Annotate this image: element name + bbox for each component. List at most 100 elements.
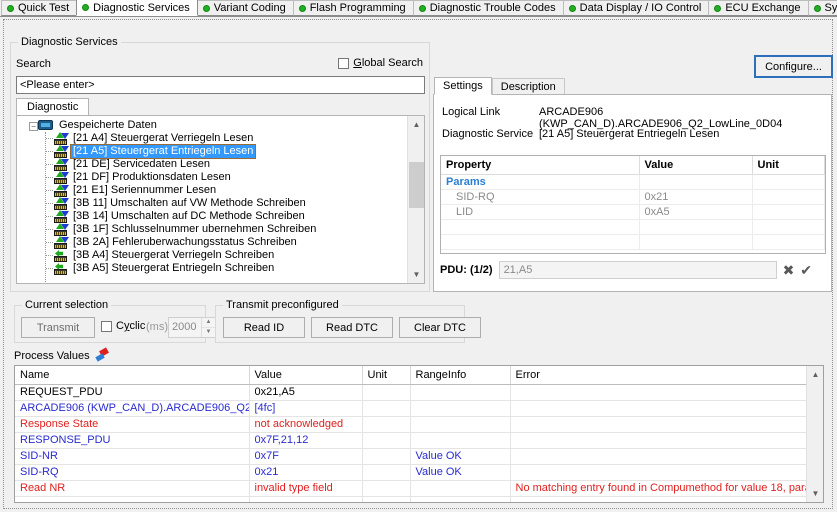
pv-scroll-down-icon[interactable]: ▼ <box>807 485 823 502</box>
table-row[interactable]: REQUEST_PDU 0x21,A5 <box>15 384 807 401</box>
property-table-row[interactable]: SID-RQ 0x21 <box>441 189 825 205</box>
chevron-collapse-icon[interactable]: − <box>29 122 38 131</box>
property-table-row[interactable] <box>441 219 825 235</box>
table-cell <box>362 400 411 417</box>
tab-description[interactable]: Description <box>491 78 565 95</box>
tab-flash-programming[interactable]: Flash Programming <box>292 0 414 16</box>
table-cell <box>410 400 511 417</box>
scroll-up-icon[interactable]: ▲ <box>408 116 424 133</box>
tab-settings[interactable]: Settings <box>434 77 492 95</box>
transmit-preconfigured-legend: Transmit preconfigured <box>223 299 342 311</box>
tree-root-node[interactable]: − Gespeicherte Daten <box>17 119 407 132</box>
table-cell: [4fc] <box>249 400 363 417</box>
property-cell <box>752 189 825 205</box>
configure-button[interactable]: Configure... <box>754 55 833 78</box>
property-cell: LID <box>441 204 640 220</box>
status-dot-icon <box>568 4 576 12</box>
process-values-table[interactable]: Name Value Unit RangeInfo Error REQUEST_PDU 0… <box>14 365 824 503</box>
table-row[interactable]: ARCADE906 (KWP_CAN_D).ARCADE906_Q2_Low..… <box>15 400 807 417</box>
property-cell <box>752 234 825 250</box>
cyclic-checkbox[interactable]: Cyclic <box>101 320 145 332</box>
ecu-write-icon <box>53 262 69 275</box>
tab-symbolic-trace[interactable]: Symbolic Trace <box>807 0 837 16</box>
table-row[interactable]: SID-RQ 0x21 Value OK <box>15 464 807 481</box>
tree-item[interactable]: [3B A4] Steuergerat Verriegeln Schreiben <box>17 249 407 262</box>
tab-label: Flash Programming <box>309 2 406 14</box>
table-row[interactable]: Read NR invalid type field No matching ent… <box>15 480 807 497</box>
stepper-down-icon[interactable]: ▼ <box>202 328 215 337</box>
pv-scroll-up-icon[interactable]: ▲ <box>807 366 823 383</box>
read-id-button[interactable]: Read ID <box>223 317 305 338</box>
property-table[interactable]: Property Value Unit Params SID-RQ 0x21 LID 0xA… <box>440 155 826 254</box>
search-label: Search <box>16 58 51 70</box>
cycle-interval-value[interactable]: 2000 <box>169 318 201 337</box>
tree-item[interactable]: [21 A5] Steuergerat Entriegeln Lesen <box>17 144 407 159</box>
tab-quick-test[interactable]: Quick Test <box>1 0 78 16</box>
property-table-row[interactable]: LID 0xA5 <box>441 204 825 220</box>
tree-scroll-thumb[interactable] <box>409 162 424 208</box>
pdu-input[interactable] <box>498 261 777 279</box>
process-values-body[interactable]: REQUEST_PDU 0x21,A5 ARCADE906 (KWP_CAN_D).… <box>15 384 807 502</box>
ecu-read-icon <box>53 145 69 158</box>
cycle-interval-stepper[interactable]: 2000 ▲ ▼ <box>168 317 216 338</box>
transmit-button[interactable]: Transmit <box>21 317 95 338</box>
cyclic-checkbox-box[interactable] <box>101 320 112 332</box>
process-values-column-header[interactable]: Name <box>15 366 250 385</box>
diagnostic-inner-tab-bar[interactable]: Diagnostic <box>16 98 425 116</box>
process-values-vertical-scrollbar[interactable]: ▲ ▼ <box>806 366 823 502</box>
status-dot-icon <box>813 4 821 12</box>
table-cell <box>510 448 807 465</box>
global-search-checkbox[interactable]: Global Search <box>338 57 423 69</box>
ecu-read-icon <box>53 197 69 210</box>
tree-item[interactable]: [21 DF] Produktionsdaten Lesen <box>17 171 407 184</box>
property-table-row[interactable]: Params <box>441 174 825 190</box>
status-dot-icon <box>7 4 14 12</box>
tree-item[interactable]: [3B A5] Steuergerat Entriegeln Schreiben <box>17 262 407 275</box>
settings-pane: Logical Link ARCADE906 (KWP_CAN_D).ARCAD… <box>433 94 832 292</box>
tree-item[interactable]: [3B 14] Umschalten auf DC Methode Schrei… <box>17 210 407 223</box>
search-input[interactable] <box>16 76 425 94</box>
table-cell <box>510 384 807 401</box>
tree-content[interactable]: − Gespeicherte Daten [21 A4] Steuergerat V… <box>17 116 407 283</box>
tab-variant-coding[interactable]: Variant Coding <box>196 0 294 16</box>
table-cell: 0x21,A5 <box>249 384 363 401</box>
process-values-column-header[interactable]: Value <box>249 366 363 385</box>
tree-item[interactable]: [21 E1] Seriennummer Lesen <box>17 184 407 197</box>
main-tab-bar[interactable]: Quick Test Diagnostic Services Variant Cod… <box>0 0 837 17</box>
eraser-icon[interactable] <box>95 347 110 362</box>
table-row[interactable]: Response State not acknowledged <box>15 416 807 433</box>
tree-item[interactable]: [21 A4] Steuergerat Verriegeln Lesen <box>17 132 407 145</box>
tab-diagnostic-services[interactable]: Diagnostic Services <box>76 0 198 16</box>
tab-data-display-io-control[interactable]: Data Display / IO Control <box>562 0 710 16</box>
tree-item[interactable]: [3B 1F] Schlusselnummer ubernehmen Schre… <box>17 223 407 236</box>
tab-diagnostic-trouble-codes[interactable]: Diagnostic Trouble Codes <box>412 0 564 16</box>
tree-item[interactable]: [3B 2A] Fehleruberwachungsstatus Schreib… <box>17 236 407 249</box>
process-values-column-header[interactable]: Error <box>510 366 807 385</box>
property-table-row[interactable] <box>441 234 825 250</box>
process-values-column-header[interactable]: RangeInfo <box>410 366 511 385</box>
tab-ecu-exchange[interactable]: ECU Exchange <box>708 0 809 16</box>
read-dtc-button[interactable]: Read DTC <box>311 317 393 338</box>
table-row[interactable]: RESPONSE_PDU 0x7F,21,12 <box>15 432 807 449</box>
table-cell <box>410 416 511 433</box>
scroll-down-icon[interactable]: ▼ <box>408 266 424 283</box>
tree-item[interactable]: [21 DE] Servicedaten Lesen <box>17 158 407 171</box>
tab-label: ECU Exchange <box>725 2 801 14</box>
process-values-column-header[interactable]: Unit <box>362 366 411 385</box>
tree-vertical-scrollbar[interactable]: ▲ ▼ <box>407 116 424 283</box>
tree-item[interactable]: [3B 11] Umschalten auf VW Methode Schrei… <box>17 197 407 210</box>
clear-dtc-button[interactable]: Clear DTC <box>399 317 481 338</box>
settings-tab-bar[interactable]: Settings Description <box>434 77 565 95</box>
tab-diagnostic[interactable]: Diagnostic <box>16 98 90 116</box>
pv-scroll-track[interactable] <box>808 383 823 485</box>
tree-item-label: [21 A5] Steuergerat Entriegeln Lesen <box>69 144 257 159</box>
table-row[interactable]: SID-NR 0x7F Value OK <box>15 448 807 465</box>
check-icon[interactable]: ✔ <box>800 263 812 277</box>
cross-icon[interactable]: ✖ <box>783 263 795 277</box>
property-table-body[interactable]: Params SID-RQ 0x21 LID 0xA5 <box>441 174 825 250</box>
global-search-checkbox-box[interactable] <box>338 57 350 69</box>
table-row[interactable] <box>15 496 807 502</box>
stepper-up-icon[interactable]: ▲ <box>202 318 215 328</box>
diagnostic-services-tree[interactable]: − Gespeicherte Daten [21 A4] Steuergerat V… <box>16 115 425 284</box>
stepper-buttons[interactable]: ▲ ▼ <box>201 318 215 337</box>
